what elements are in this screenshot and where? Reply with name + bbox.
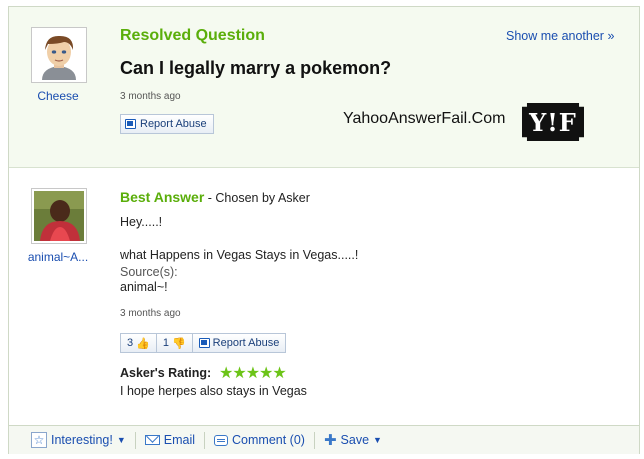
thumbs-down-icon: 👎 [171, 337, 186, 350]
resolved-question-label: Resolved Question [120, 27, 265, 44]
email-label: Email [163, 433, 196, 447]
answerer-avatar[interactable] [31, 188, 87, 244]
watermark-text: YahooAnswerFail.Com [343, 110, 506, 127]
interesting-button[interactable]: ☆ Interesting! ▼ [9, 431, 136, 449]
plus-icon: ✚ [323, 431, 337, 449]
rating-comment: I hope herpes also stays in Vegas [120, 384, 307, 398]
answerer-name-link[interactable]: animal~A... [21, 250, 95, 264]
save-button[interactable]: ✚ Save ▼ [315, 432, 391, 449]
show-another-link[interactable]: Show me another » [506, 29, 614, 43]
report-abuse-label: Report Abuse [140, 118, 207, 130]
flag-icon [198, 338, 210, 348]
cartoon-avatar-icon [34, 30, 84, 80]
best-answer-heading: Best Answer - Chosen by Asker [120, 189, 310, 205]
question-title: Can I legally marry a pokemon? [120, 58, 392, 78]
thumbs-down-button[interactable]: 1 👎 [157, 334, 193, 352]
envelope-icon [144, 435, 160, 445]
answer-line-1: Hey.....! [120, 215, 163, 229]
star-icon: ☆ [31, 432, 47, 448]
flag-icon [125, 119, 136, 129]
rating-stars-icon: ★★★★★ [219, 365, 287, 382]
question-block: Cheese Resolved Question Show me another… [9, 7, 639, 168]
answer-line-2: what Happens in Vegas Stays in Vegas....… [120, 248, 359, 262]
question-report-abuse-button[interactable]: Report Abuse [120, 114, 214, 134]
comment-button[interactable]: Comment (0) [205, 431, 315, 449]
thumbs-up-button[interactable]: 3 👍 [121, 334, 157, 352]
best-answer-label: Best Answer [120, 189, 205, 205]
asker-avatar[interactable] [31, 27, 87, 83]
question-page: Cheese Resolved Question Show me another… [8, 6, 640, 454]
comment-icon [214, 434, 229, 446]
logo-text: Y!F [529, 107, 577, 137]
chevron-down-icon: ▼ [116, 435, 126, 445]
interesting-label: Interesting! [51, 433, 113, 447]
answer-vote-toolbar: 3 👍 1 👎 Report Abuse [120, 333, 287, 353]
askers-rating-label: Asker's Rating: [120, 366, 212, 380]
action-toolbar: ☆ Interesting! ▼ Email Comment (0) ✚ Sav… [9, 425, 639, 454]
photo-avatar-icon [34, 191, 84, 241]
email-button[interactable]: Email [136, 431, 206, 449]
report-abuse-label: Report Abuse [212, 337, 280, 349]
save-label: Save [340, 433, 370, 447]
asker-name-link[interactable]: Cheese [21, 89, 95, 103]
source-value: animal~! [120, 280, 168, 294]
thumbs-up-icon: 👍 [136, 337, 150, 350]
answer-report-abuse-button[interactable]: Report Abuse [193, 334, 286, 352]
chevron-down-icon: ▼ [373, 435, 382, 445]
question-timestamp: 3 months ago [120, 91, 181, 102]
thumbs-up-count: 3 [127, 337, 134, 349]
sources-label: Source(s): [120, 265, 178, 279]
thumbs-down-count: 1 [162, 337, 169, 349]
chosen-by-label: - Chosen by Asker [204, 191, 310, 205]
comment-label: Comment (0) [232, 433, 305, 447]
yf-logo: Y!F [522, 103, 584, 141]
answer-timestamp: 3 months ago [120, 308, 181, 319]
